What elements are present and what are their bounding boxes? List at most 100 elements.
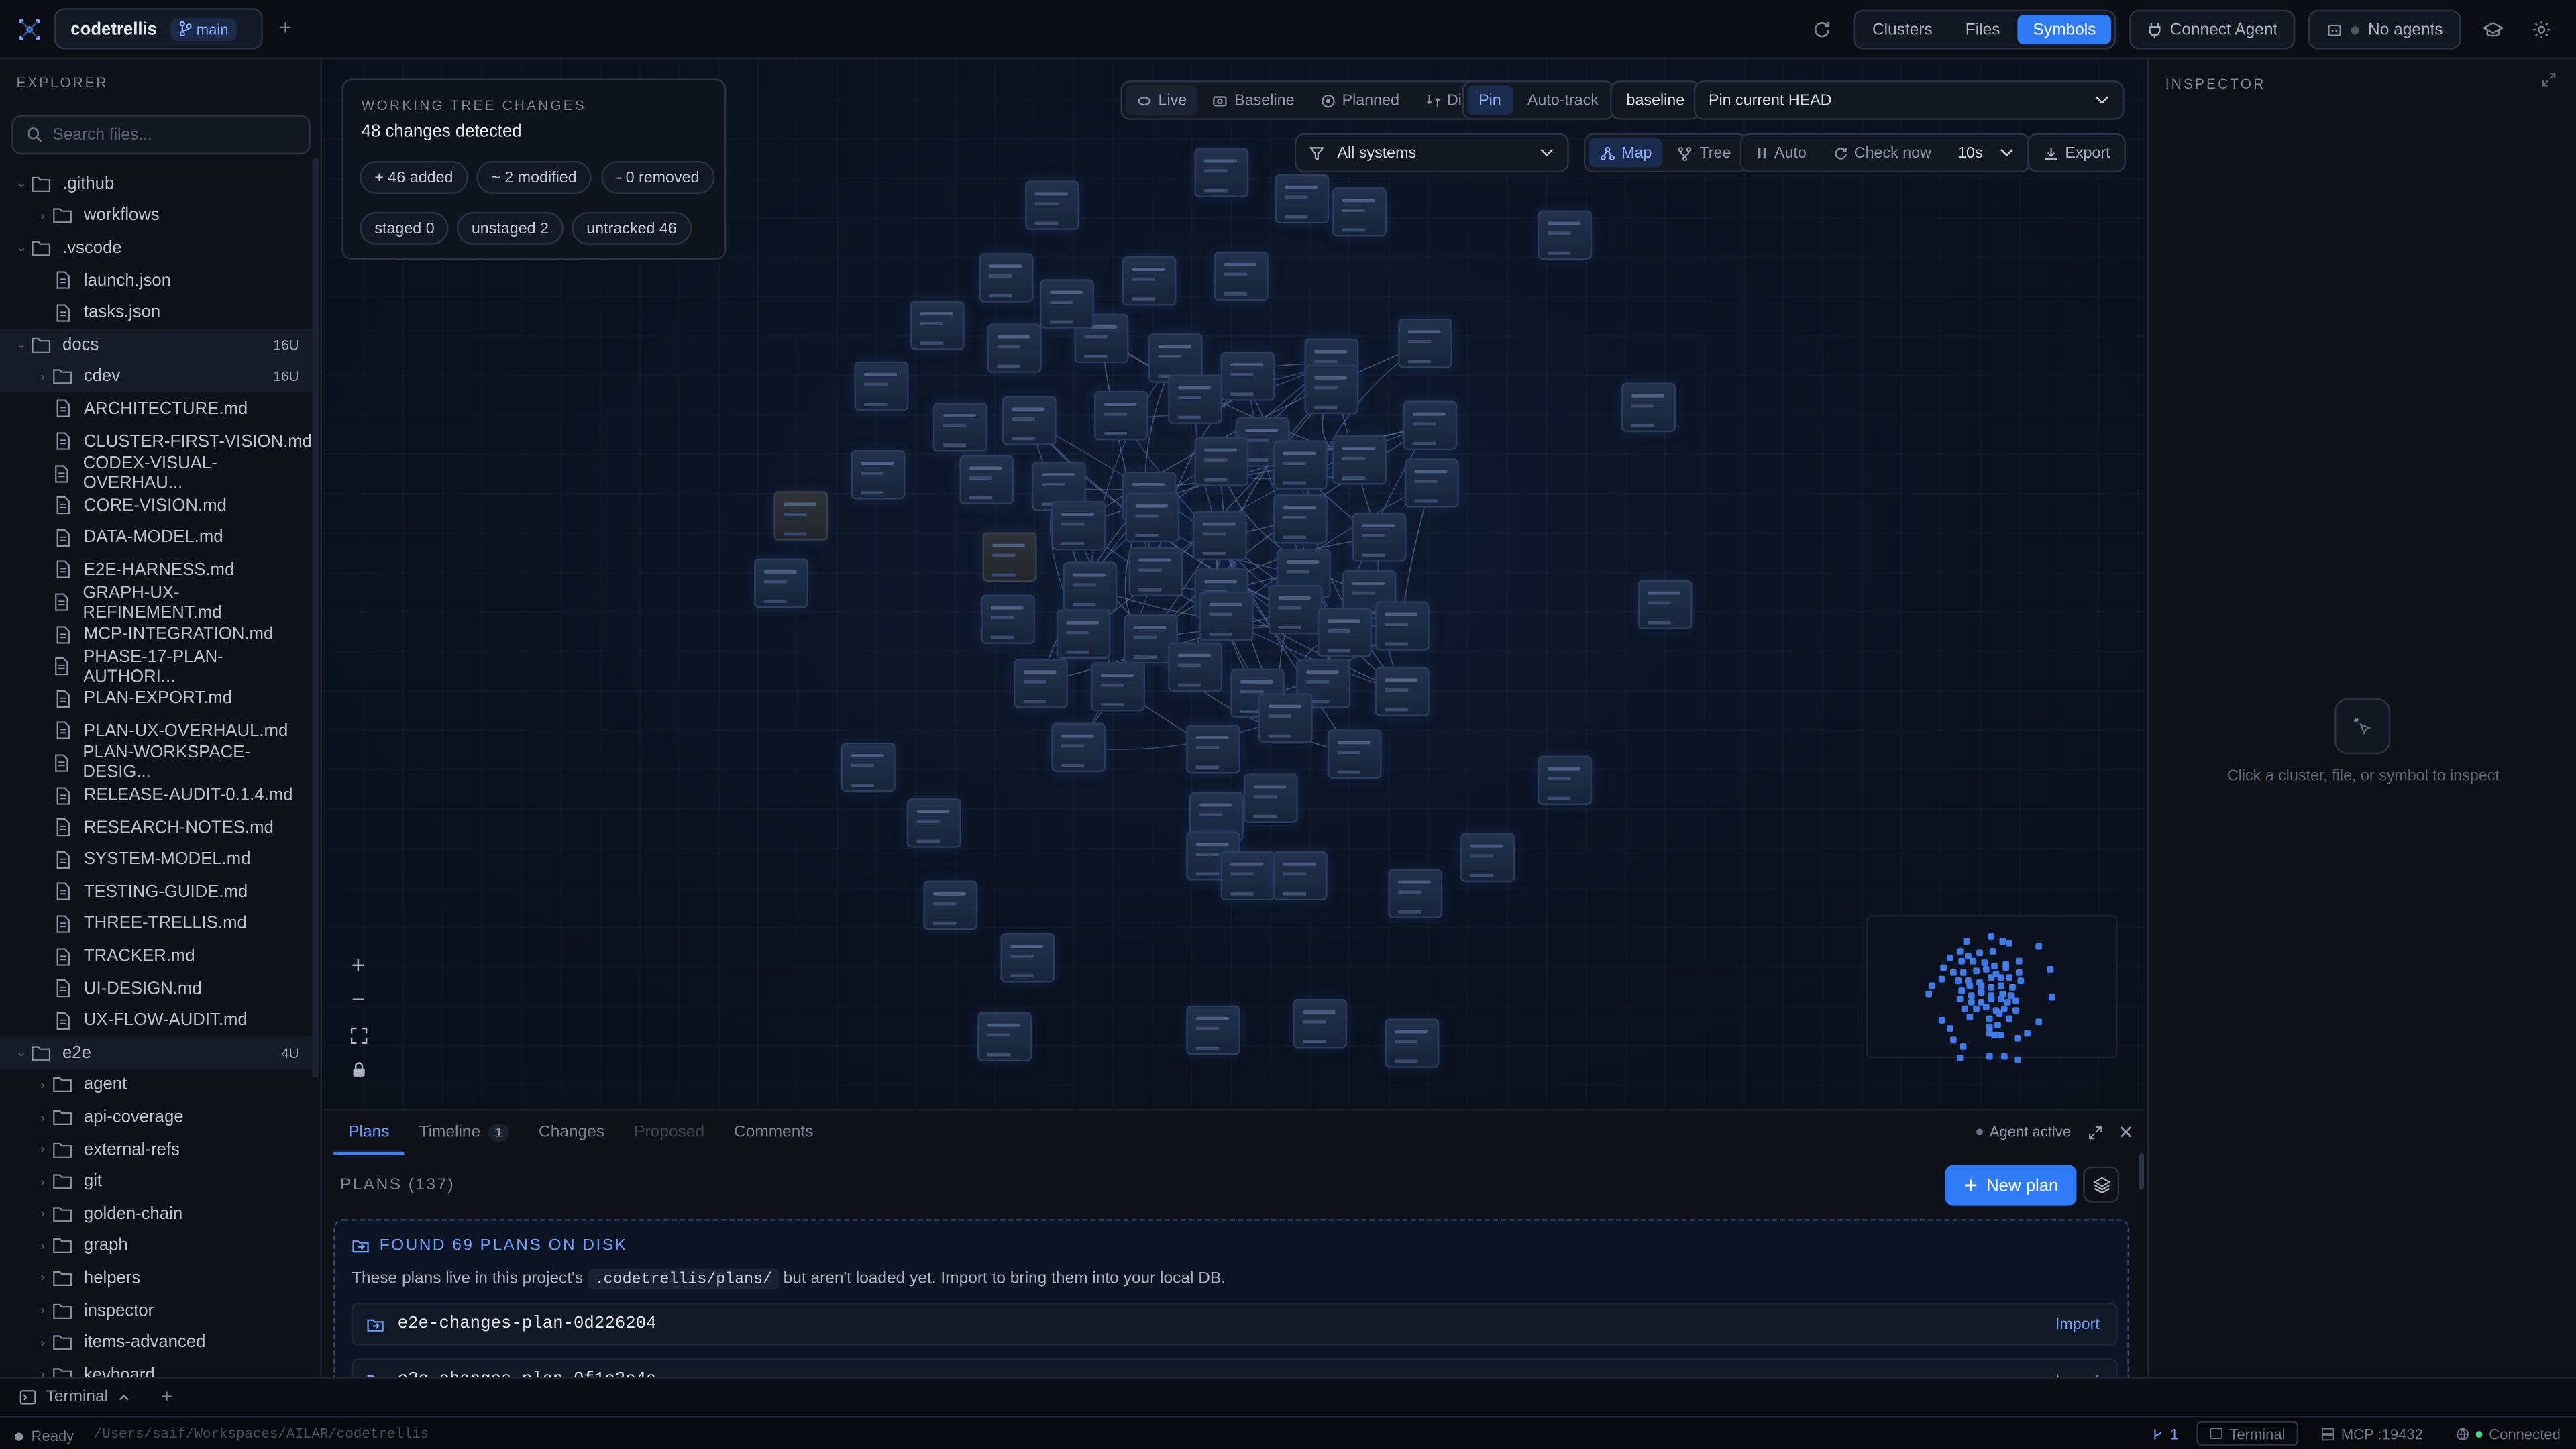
symbol-node[interactable]: [1332, 187, 1387, 237]
view-files-button[interactable]: Files: [1951, 15, 2015, 44]
symbol-node[interactable]: [1194, 148, 1249, 197]
chevron-right-icon[interactable]: ›: [34, 1303, 50, 1318]
symbol-node[interactable]: [1014, 659, 1068, 708]
symbol-node[interactable]: [906, 798, 961, 848]
new-terminal-plus-icon[interactable]: +: [161, 1385, 172, 1408]
branch-badge[interactable]: main: [170, 17, 237, 41]
symbol-node[interactable]: [977, 1012, 1032, 1062]
folder-tree-item[interactable]: › helpers: [0, 1262, 312, 1294]
symbol-node[interactable]: [1258, 693, 1313, 743]
file-tree-item[interactable]: ARCHITECTURE.md: [0, 393, 312, 425]
symbol-node[interactable]: [1273, 440, 1328, 490]
layout-tree-button[interactable]: Tree: [1666, 138, 1742, 168]
symbol-node[interactable]: [1375, 601, 1430, 651]
symbol-node[interactable]: [841, 742, 896, 792]
file-tree-item[interactable]: CLUSTER-FIRST-VISION.md: [0, 425, 312, 458]
chevron-right-icon[interactable]: ›: [34, 1142, 50, 1157]
repo-tab[interactable]: codetrellis main: [54, 8, 263, 50]
symbol-node[interactable]: [987, 323, 1042, 373]
symbol-node[interactable]: [933, 402, 987, 452]
symbol-node[interactable]: [979, 253, 1034, 303]
symbol-node[interactable]: [1168, 374, 1223, 424]
symbol-node[interactable]: [1056, 609, 1111, 659]
tab-changes[interactable]: Changes: [524, 1111, 619, 1154]
chevron-down-icon[interactable]: ⌄: [13, 1045, 30, 1060]
symbol-node[interactable]: [1186, 724, 1240, 774]
zoom-in-plus-icon[interactable]: +: [340, 948, 376, 981]
export-button[interactable]: Export: [2032, 138, 2121, 168]
terminal-status-button[interactable]: Terminal: [2196, 1421, 2299, 1446]
symbol-node[interactable]: [1318, 608, 1372, 657]
file-search-input[interactable]: [52, 125, 299, 144]
symbol-node[interactable]: [1538, 210, 1593, 260]
new-plan-button[interactable]: New plan: [1945, 1165, 2077, 1206]
check-now-button[interactable]: Check now: [1821, 138, 1943, 168]
symbol-node[interactable]: [981, 594, 1035, 645]
mcp-status[interactable]: MCP :19432: [2321, 1426, 2423, 1442]
file-tree-item[interactable]: PLAN-EXPORT.md: [0, 683, 312, 715]
chevron-right-icon[interactable]: ›: [34, 1110, 50, 1124]
interval-select[interactable]: 10s: [1946, 138, 2025, 168]
symbol-node[interactable]: [1403, 400, 1458, 451]
untracked-chip[interactable]: untracked 46: [572, 211, 692, 245]
chevron-right-icon[interactable]: ›: [34, 1206, 50, 1221]
file-tree-item[interactable]: CORE-VISION.md: [0, 490, 312, 522]
file-tree-item[interactable]: E2E-HARNESS.md: [0, 554, 312, 586]
file-tree-item[interactable]: SYSTEM-MODEL.md: [0, 843, 312, 875]
zoom-out-minus-icon[interactable]: −: [340, 983, 376, 1016]
chevron-right-icon[interactable]: ›: [34, 1238, 50, 1253]
close-icon[interactable]: [2118, 1126, 2132, 1139]
chevron-right-icon[interactable]: ›: [34, 1174, 50, 1189]
autotrack-button[interactable]: Auto-track: [1516, 85, 1610, 115]
folder-tree-item[interactable]: › items-advanced: [0, 1326, 312, 1358]
file-tree-item[interactable]: UI-DESIGN.md: [0, 972, 312, 1004]
folder-tree-item[interactable]: › api-coverage: [0, 1101, 312, 1133]
baseline-button[interactable]: baseline: [1615, 85, 1696, 115]
symbol-node[interactable]: [1220, 352, 1275, 401]
symbol-node[interactable]: [1404, 458, 1459, 508]
symbol-node[interactable]: [1275, 174, 1330, 224]
symbol-node[interactable]: [1243, 773, 1298, 823]
connection-status[interactable]: Connected: [2456, 1426, 2561, 1442]
mode-planned-button[interactable]: Planned: [1309, 85, 1411, 115]
tab-comments[interactable]: Comments: [719, 1111, 828, 1154]
settings-gear-icon[interactable]: [2524, 11, 2560, 48]
symbol-node[interactable]: [982, 532, 1037, 582]
pin-button[interactable]: Pin: [1466, 85, 1513, 115]
symbol-node[interactable]: [1273, 851, 1328, 901]
symbol-node[interactable]: [1638, 580, 1693, 629]
systems-filter-select[interactable]: All systems: [1294, 133, 1569, 173]
new-tab-plus-icon[interactable]: +: [279, 16, 292, 38]
file-tree-item[interactable]: PLAN-WORKSPACE-DESIG...: [0, 743, 312, 783]
layout-map-button[interactable]: Map: [1589, 138, 1664, 168]
symbol-node[interactable]: [1194, 437, 1249, 486]
symbol-node[interactable]: [1273, 494, 1328, 544]
graph-minimap[interactable]: [1866, 915, 2118, 1063]
folder-tree-item[interactable]: › golden-chain: [0, 1197, 312, 1230]
symbol-node[interactable]: [1293, 998, 1348, 1049]
file-tree-item[interactable]: CODEX-VISUAL-OVERHAU...: [0, 453, 312, 493]
file-tree-item[interactable]: THREE-TRELLIS.md: [0, 908, 312, 940]
staged-chip[interactable]: staged 0: [360, 211, 449, 245]
symbol-node[interactable]: [1388, 869, 1443, 918]
folder-tree-item[interactable]: › inspector: [0, 1294, 312, 1326]
folder-tree-item[interactable]: › agent: [0, 1069, 312, 1101]
tab-plans[interactable]: Plans: [333, 1111, 405, 1155]
branch-status[interactable]: 1: [2152, 1426, 2178, 1442]
maximize-icon[interactable]: [2088, 1124, 2102, 1139]
folder-tree-item[interactable]: ⌄ .github: [0, 168, 312, 200]
symbol-node[interactable]: [1122, 256, 1177, 306]
graduation-cap-icon[interactable]: [2474, 11, 2510, 48]
folder-tree-item[interactable]: ⌄ .vscode: [0, 232, 312, 264]
symbol-node[interactable]: [1125, 492, 1180, 543]
symbol-node[interactable]: [1000, 933, 1055, 983]
folder-tree-item[interactable]: › cdev 16U: [0, 360, 313, 393]
chevron-right-icon[interactable]: ›: [34, 1077, 50, 1092]
symbol-node[interactable]: [1168, 642, 1223, 692]
folder-tree-item[interactable]: › graph: [0, 1230, 312, 1262]
file-tree-item[interactable]: UX-FLOW-AUDIT.md: [0, 1004, 312, 1036]
file-tree-item[interactable]: MCP-INTEGRATION.md: [0, 619, 312, 651]
symbol-node[interactable]: [1375, 667, 1430, 716]
modified-chip[interactable]: ~ 2 modified: [476, 161, 592, 194]
folder-tree-item[interactable]: › git: [0, 1165, 312, 1197]
